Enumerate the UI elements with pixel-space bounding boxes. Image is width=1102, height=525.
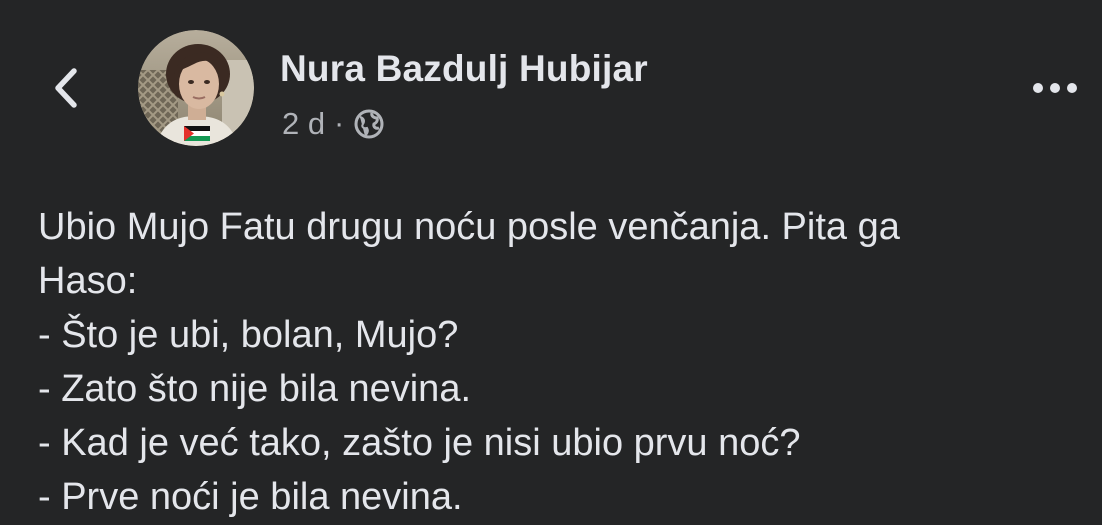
chevron-left-icon	[52, 66, 80, 115]
post-meta: 2 d ·	[282, 104, 386, 144]
post-line: - Što je ubi, bolan, Mujo?	[38, 314, 459, 356]
more-options-button[interactable]	[1024, 70, 1086, 110]
post-line: - Zato što nije bila nevina.	[38, 368, 472, 410]
palestine-flag-icon	[184, 126, 210, 141]
author-name[interactable]: Nura Bazdulj Hubijar	[280, 48, 648, 90]
globe-icon	[352, 107, 386, 141]
back-button[interactable]	[44, 62, 88, 118]
post-text: Ubio Mujo Fatu drugu noću posle venčanja…	[38, 200, 1078, 524]
post-time[interactable]: 2 d	[282, 106, 325, 142]
post-line: Ubio Mujo Fatu drugu noću posle venčanja…	[38, 206, 900, 248]
post-line: - Kad je već tako, zašto je nisi ubio pr…	[38, 422, 801, 464]
avatar[interactable]	[138, 30, 254, 146]
meta-separator: ·	[334, 107, 345, 140]
post-line: Haso:	[38, 260, 138, 302]
more-horizontal-icon	[1032, 81, 1078, 99]
post-line: - Prve noći je bila nevina.	[38, 476, 463, 518]
